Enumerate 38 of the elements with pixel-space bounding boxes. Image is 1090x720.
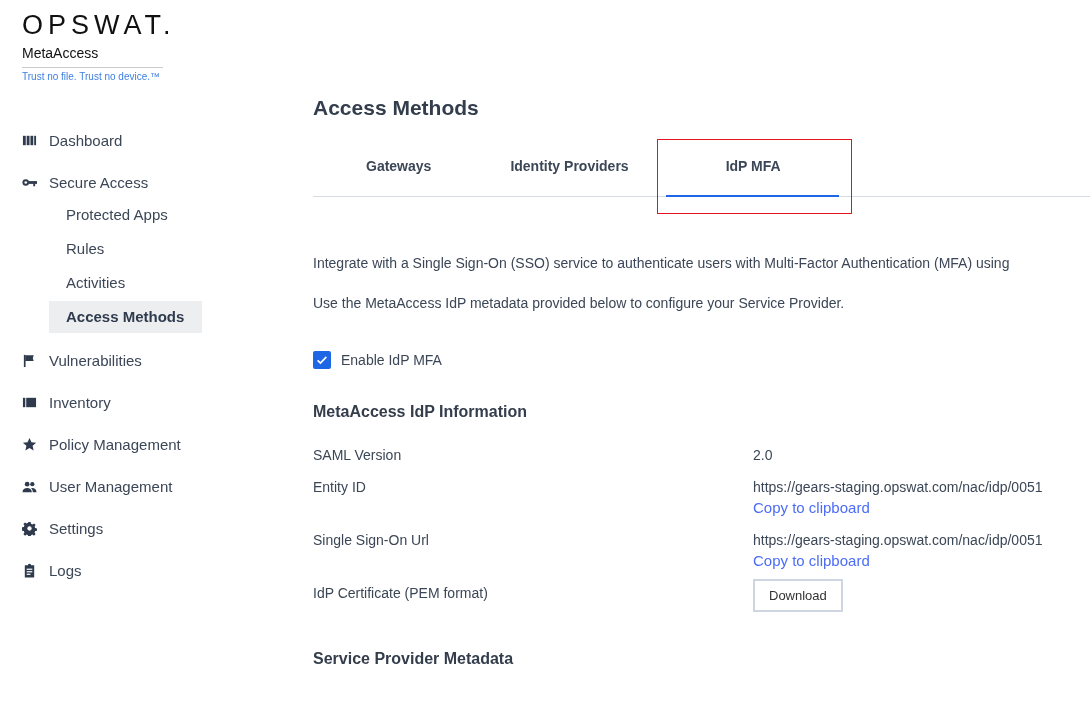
section-heading: Service Provider Metadata [313,650,515,668]
sidebar-item[interactable]: User Management [22,465,173,507]
sidebar-item[interactable]: Logs [22,549,82,591]
page-title: Access Methods [313,96,480,120]
clipboard-icon [22,562,37,578]
logo: OPSWAT. [22,9,177,42]
sidebar-item[interactable]: Policy Management [22,423,181,465]
tab[interactable]: IdP MFA [665,140,839,197]
field-label: SAML Version [313,447,403,463]
sidebar-item[interactable]: Vulnerabilities [22,339,142,381]
product-name: MetaAccess [22,45,100,61]
sidebar-item[interactable]: Inventory [22,381,111,423]
paragraph: Use the MetaAccess IdP metadata provided below to configure your Service Provider. [313,295,846,311]
star-icon [22,436,37,452]
tab[interactable]: Identity Providers [470,140,658,197]
sidebar-item[interactable]: Dashboard [22,119,123,161]
sidebar-subitem[interactable]: Activities [49,267,202,299]
field-label: Single Sign-On Url [313,532,430,550]
sidebar-subitem[interactable]: Access Methods [49,301,202,333]
url-text: https://gears-staging.opswat.com/nac/idp/0051 [753,532,1044,548]
sidebar-subitem[interactable]: Rules [49,233,202,265]
checkbox-text: Enable IdP MFA [341,352,442,368]
paragraph: Integrate with a Single Sign-On (SSO) service to authenticate users with Multi-Factor Authentication (MFA) using [313,255,1011,271]
checkbox-label[interactable]: Enable IdP MFA [313,351,1090,369]
copy-link[interactable]: Copy to clipboard [753,499,1090,516]
section-heading: MetaAccess IdP Information [313,403,528,421]
flag-icon [22,352,37,368]
field-label: Entity ID [313,479,367,497]
field-label: IdP Certificate (PEM format) [313,585,489,603]
download-button[interactable]: Download [753,579,843,612]
copy-link[interactable]: Copy to clipboard [753,552,1090,569]
sidebar-item[interactable]: Settings [22,507,104,549]
tagline: Trust no file. Trust no device.™ [22,71,162,82]
checkbox[interactable] [313,351,331,369]
tab[interactable]: Gateways [313,140,471,197]
settings-icon [22,520,37,536]
url-text: https://gears-staging.opswat.com/nac/idp/0051 [753,479,1044,495]
field-value: 2.0 [753,447,774,463]
